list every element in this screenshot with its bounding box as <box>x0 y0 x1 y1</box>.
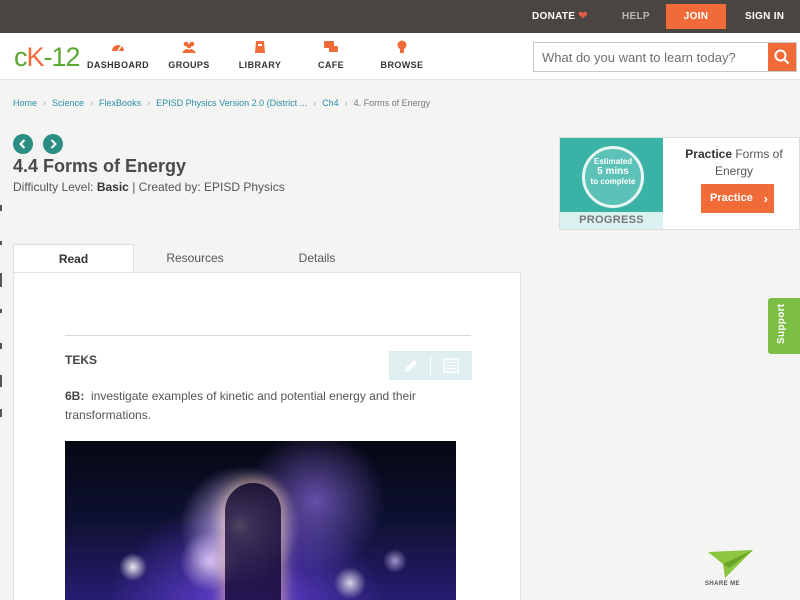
notes-button[interactable] <box>431 351 472 380</box>
logo-part-12: -12 <box>43 42 81 72</box>
chevron-right-icon: › <box>763 191 768 206</box>
performer-silhouette <box>225 483 281 600</box>
logo-part-k: K <box>26 42 45 72</box>
share-button[interactable]: SHARE ME <box>703 548 755 592</box>
teks-description: investigate examples of kinetic and pote… <box>65 389 416 422</box>
ck12-logo[interactable]: cK-12 <box>14 42 81 73</box>
breadcrumb-current: 4. Forms of Energy <box>353 98 431 108</box>
breadcrumb-chapter[interactable]: Ch4 <box>322 98 339 108</box>
annotate-button[interactable] <box>389 351 430 380</box>
tab-resources[interactable]: Resources <box>134 244 256 273</box>
difficulty-value: Basic <box>96 180 129 194</box>
estimated-time: Estimated 5 mins to complete <box>582 157 644 186</box>
paper-plane-icon <box>708 550 753 578</box>
edge-mark <box>0 309 2 313</box>
section-title: TEKS <box>65 353 98 367</box>
tab-read[interactable]: Read <box>13 244 134 274</box>
edge-mark <box>0 241 2 245</box>
edge-mark <box>0 409 2 417</box>
estimated-suffix: to complete <box>590 177 636 186</box>
edge-mark <box>0 343 2 349</box>
chevron-right-icon <box>50 139 57 149</box>
donate-link[interactable]: DONATE ❤ <box>532 0 588 33</box>
estimated-label: Estimated <box>593 157 633 166</box>
breadcrumb-separator-icon: › <box>90 98 94 108</box>
nav-browse[interactable]: BROWSE <box>362 39 442 70</box>
heart-icon: ❤ <box>578 10 588 22</box>
left-edge-markers <box>0 205 3 435</box>
nav-cafe[interactable]: CAFE <box>291 39 371 70</box>
search-button[interactable] <box>768 43 796 71</box>
content-divider <box>65 335 471 336</box>
created-by: | Created by: EPISD Physics <box>132 180 285 194</box>
dashboard-icon <box>112 45 124 52</box>
join-button[interactable]: JOIN <box>666 4 726 29</box>
main-header: cK-12 DASHBOARD GROUPS LIBRARY CAFE BROW… <box>0 33 800 80</box>
difficulty-label: Difficulty Level: <box>13 180 94 194</box>
nav-groups-label: GROUPS <box>168 60 210 70</box>
edge-mark <box>0 273 2 287</box>
lesson-tabs: Read Resources Details <box>13 244 521 274</box>
top-utility-bar: DONATE ❤ HELP JOIN SIGN IN <box>0 0 800 33</box>
support-tab[interactable]: Support <box>768 298 800 354</box>
teks-standard: 6B: investigate examples of kinetic and … <box>65 387 445 425</box>
edge-mark <box>0 375 2 387</box>
practice-heading: Practice Forms of Energy <box>670 146 798 180</box>
browse-icon <box>397 40 407 53</box>
share-label: SHARE ME <box>705 581 740 587</box>
practice-button[interactable]: Practice › <box>701 184 774 213</box>
progress-panel: Estimated 5 mins to complete PROGRESS <box>560 138 663 229</box>
notes-icon <box>443 358 459 373</box>
chevron-left-icon <box>19 139 26 149</box>
previous-lesson-button[interactable] <box>13 134 33 154</box>
lesson-meta: Difficulty Level: Basic | Created by: EP… <box>13 180 285 194</box>
donate-label: DONATE <box>532 11 576 22</box>
practice-heading-bold: Practice <box>685 147 732 161</box>
page-title: 4.4 Forms of Energy <box>13 156 187 176</box>
nav-dashboard[interactable]: DASHBOARD <box>78 39 158 70</box>
help-link[interactable]: HELP <box>622 0 650 33</box>
groups-icon <box>182 41 196 53</box>
nav-browse-label: BROWSE <box>380 60 424 70</box>
search-box <box>533 42 797 72</box>
search-icon <box>774 49 790 65</box>
concert-photo <box>65 441 456 600</box>
teks-code: 6B: <box>65 389 85 403</box>
progress-label: PROGRESS <box>560 212 663 229</box>
content-tools <box>389 351 472 380</box>
breadcrumb-home[interactable]: Home <box>13 98 37 108</box>
nav-library-label: LIBRARY <box>238 60 282 70</box>
breadcrumb-science[interactable]: Science <box>52 98 84 108</box>
nav-groups[interactable]: GROUPS <box>149 39 229 70</box>
sign-in-link[interactable]: SIGN IN <box>745 0 784 33</box>
support-label: Support <box>776 303 787 344</box>
breadcrumb-separator-icon: › <box>147 98 151 108</box>
pencil-icon <box>405 360 417 372</box>
library-icon <box>255 41 265 53</box>
breadcrumb-separator-icon: › <box>313 98 317 108</box>
practice-card: Estimated 5 mins to complete PROGRESS Pr… <box>559 137 800 230</box>
search-input[interactable] <box>534 43 768 71</box>
estimated-minutes: 5 mins <box>597 166 629 177</box>
edge-mark <box>0 205 2 211</box>
breadcrumb-book[interactable]: EPISD Physics Version 2.0 (District ... <box>156 98 307 108</box>
next-lesson-button[interactable] <box>43 134 63 154</box>
tab-details[interactable]: Details <box>256 244 378 273</box>
breadcrumb-flexbooks[interactable]: FlexBooks <box>99 98 141 108</box>
logo-part-c: c <box>14 42 27 72</box>
nav-library[interactable]: LIBRARY <box>220 39 300 70</box>
breadcrumb-separator-icon: › <box>344 98 348 108</box>
nav-dashboard-label: DASHBOARD <box>86 60 150 70</box>
breadcrumb-separator-icon: › <box>43 98 47 108</box>
cafe-icon <box>324 41 338 52</box>
nav-cafe-label: CAFE <box>317 60 345 70</box>
breadcrumb: Home › Science › FlexBooks › EPISD Physics Ver… <box>13 98 430 108</box>
practice-button-label: Practice <box>710 192 753 204</box>
lesson-content: TEKS 6B: investigate examples of kinetic… <box>13 272 521 600</box>
